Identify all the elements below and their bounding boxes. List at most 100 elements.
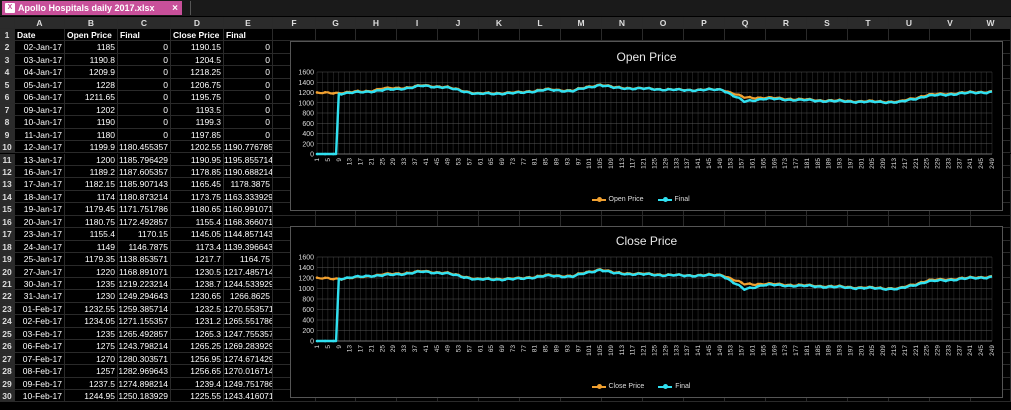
row-header[interactable]: 5 (0, 78, 15, 92)
cell[interactable] (684, 29, 725, 42)
data-cell[interactable]: 08-Feb-17 (15, 365, 65, 378)
column-header-G[interactable]: G (316, 17, 356, 29)
data-cell[interactable]: 1189.2 (65, 165, 118, 179)
row-header[interactable]: 19 (0, 253, 15, 266)
data-cell[interactable]: 1265.551786 (224, 315, 273, 328)
data-cell[interactable]: 10-Jan-17 (15, 116, 65, 129)
row-header[interactable]: 22 (0, 290, 15, 303)
data-cell[interactable]: 0 (224, 66, 273, 79)
column-header-I[interactable]: I (397, 17, 438, 29)
data-cell[interactable]: 1195.75 (171, 91, 224, 104)
data-cell[interactable]: 1247.755357 (224, 327, 273, 341)
data-cell[interactable]: 1243.416071 (224, 390, 273, 403)
data-cell[interactable]: 1173.75 (171, 190, 224, 204)
data-cell[interactable]: 1269.283929 (224, 340, 273, 353)
data-cell[interactable]: 0 (118, 116, 171, 129)
column-header-J[interactable]: J (438, 17, 479, 29)
data-cell[interactable]: 01-Feb-17 (15, 302, 65, 316)
data-cell[interactable]: 18-Jan-17 (15, 190, 65, 204)
cell[interactable] (438, 29, 479, 42)
data-cell[interactable]: 1230 (65, 290, 118, 303)
data-cell[interactable]: 1249.294643 (118, 290, 171, 303)
column-header-T[interactable]: T (848, 17, 889, 29)
row-header[interactable]: 30 (0, 390, 15, 403)
row-header[interactable]: 24 (0, 315, 15, 328)
row-header[interactable]: 18 (0, 240, 15, 254)
data-cell[interactable]: 1190.8 (65, 53, 118, 67)
row-header[interactable]: 4 (0, 66, 15, 79)
row-header[interactable]: 7 (0, 103, 15, 117)
data-cell[interactable]: 0 (224, 128, 273, 142)
data-cell[interactable]: 1235 (65, 327, 118, 341)
data-cell[interactable]: 23-Jan-17 (15, 228, 65, 241)
data-cell[interactable]: 1234.05 (65, 315, 118, 328)
data-cell[interactable]: 0 (118, 66, 171, 79)
cell[interactable] (397, 29, 438, 42)
data-cell[interactable]: 1266.8625 (224, 290, 273, 303)
data-cell[interactable]: 0 (224, 41, 273, 54)
row-header[interactable]: 20 (0, 265, 15, 278)
data-cell[interactable]: 1204.5 (171, 53, 224, 67)
file-tab[interactable]: X Apollo Hospitals daily 2017.xlsx × (2, 1, 182, 15)
data-cell[interactable]: 1199.3 (171, 116, 224, 129)
cell[interactable] (971, 29, 1011, 42)
data-cell[interactable]: 0 (224, 116, 273, 129)
data-cell[interactable]: 1193.5 (171, 103, 224, 117)
data-cell[interactable]: 1239.4 (171, 377, 224, 391)
data-cell[interactable]: 1187.605357 (118, 165, 171, 179)
data-cell[interactable]: 1149 (65, 240, 118, 254)
row-header[interactable]: 29 (0, 377, 15, 391)
row-header[interactable]: 14 (0, 190, 15, 204)
data-cell[interactable]: 04-Jan-17 (15, 66, 65, 79)
row-header[interactable]: 21 (0, 278, 15, 291)
data-cell[interactable]: 1180.455357 (118, 141, 171, 154)
data-cell[interactable]: 09-Feb-17 (15, 377, 65, 391)
data-cell[interactable]: 1190.776785 (224, 141, 273, 154)
cell[interactable] (561, 29, 602, 42)
column-header-S[interactable]: S (807, 17, 848, 29)
data-cell[interactable]: 1172.492857 (118, 215, 171, 229)
data-cell[interactable]: 1275 (65, 340, 118, 353)
data-cell[interactable]: 1209.9 (65, 66, 118, 79)
data-cell[interactable]: 1249.751786 (224, 377, 273, 391)
column-header-M[interactable]: M (561, 17, 602, 29)
data-cell[interactable]: 1178.85 (171, 165, 224, 179)
data-cell[interactable]: 1171.751786 (118, 203, 171, 216)
data-cell[interactable]: 1190.95 (171, 153, 224, 166)
data-cell[interactable]: 1170.15 (118, 228, 171, 241)
data-cell[interactable]: 1271.155357 (118, 315, 171, 328)
data-cell[interactable]: 1182.15 (65, 178, 118, 191)
column-header-V[interactable]: V (930, 17, 971, 29)
data-cell[interactable]: 1265.492857 (118, 327, 171, 341)
data-cell[interactable]: 09-Jan-17 (15, 103, 65, 117)
column-header-C[interactable]: C (118, 17, 171, 29)
data-cell[interactable]: 1185.796429 (118, 153, 171, 166)
data-cell[interactable]: 1190.15 (171, 41, 224, 54)
data-cell[interactable]: 1180.873214 (118, 190, 171, 204)
data-cell[interactable]: 1217.7 (171, 253, 224, 266)
row-header[interactable]: 8 (0, 116, 15, 129)
data-cell[interactable]: 1179.45 (65, 203, 118, 216)
cell[interactable] (273, 29, 316, 42)
select-all-corner[interactable] (0, 17, 15, 29)
data-cell[interactable]: 1256.65 (171, 365, 224, 378)
close-price-chart[interactable]: Close Price 0 200 400 600 800 1000 1200 1400 160… (290, 226, 1003, 398)
data-cell[interactable]: 0 (118, 103, 171, 117)
row-header[interactable]: 12 (0, 165, 15, 179)
header-cell[interactable]: Open Price (65, 29, 118, 42)
column-header-L[interactable]: L (520, 17, 561, 29)
data-cell[interactable]: 1270.016714 (224, 365, 273, 378)
data-cell[interactable]: 1265.3 (171, 327, 224, 341)
data-cell[interactable]: 1282.969643 (118, 365, 171, 378)
data-cell[interactable]: 1220 (65, 265, 118, 278)
data-cell[interactable]: 0 (224, 103, 273, 117)
data-cell[interactable]: 1232.5 (171, 302, 224, 316)
data-cell[interactable]: 1232.55 (65, 302, 118, 316)
data-cell[interactable]: 1265.25 (171, 340, 224, 353)
data-cell[interactable]: 1180.65 (171, 203, 224, 216)
column-header-K[interactable]: K (479, 17, 520, 29)
data-cell[interactable]: 1195.855714 (224, 153, 273, 166)
data-cell[interactable]: 1259.385714 (118, 302, 171, 316)
data-cell[interactable]: 0 (224, 53, 273, 67)
data-cell[interactable]: 06-Jan-17 (15, 91, 65, 104)
